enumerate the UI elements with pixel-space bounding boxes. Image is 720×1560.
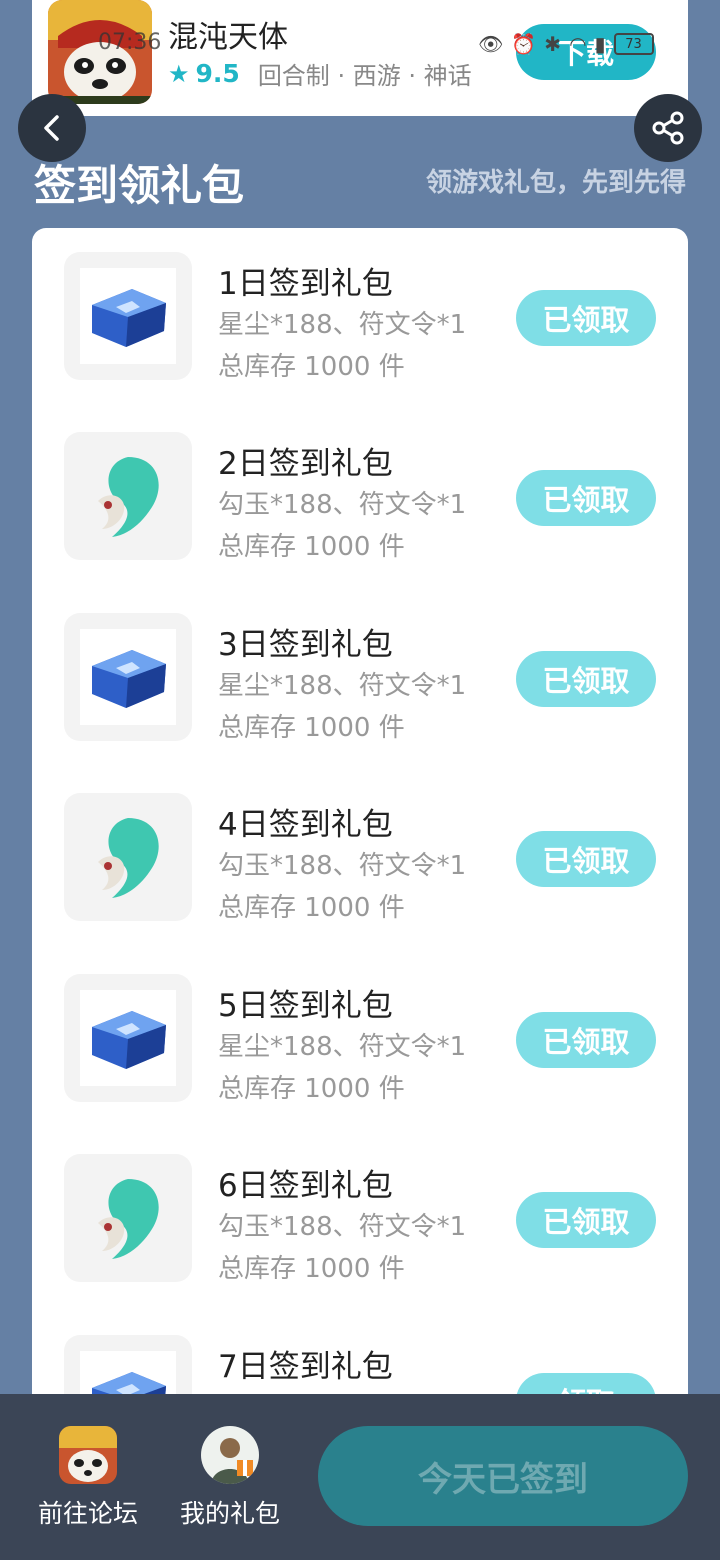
game-name: 混沌天体 — [168, 20, 288, 55]
battery-icon: 73 — [613, 33, 654, 55]
gift-row[interactable]: 1日签到礼包 星尘*188、符文令*1 总库存 1000 件 已领取 — [32, 228, 688, 382]
gift-stock: 总库存 1000 件 — [218, 893, 405, 923]
my-gifts-label: 我的礼包 — [179, 1499, 280, 1528]
gift-stock: 总库存 1000 件 — [218, 713, 405, 743]
chevron-left-icon — [44, 115, 59, 141]
signin-button[interactable]: 今天已签到 — [318, 1426, 688, 1526]
gift-items: 星尘*188、符文令*1 — [218, 671, 467, 701]
star-dust-chest-icon — [80, 268, 176, 364]
gift-title: 1日签到礼包 — [218, 266, 393, 302]
signal-icon: ▮ — [594, 32, 606, 56]
alarm-icon: ⏰ — [511, 32, 537, 56]
bluetooth-icon: ✱ — [544, 32, 562, 56]
gift-stock: 总库存 1000 件 — [218, 532, 405, 562]
forum-label: 前往论坛 — [37, 1499, 138, 1528]
gift-row[interactable]: 3日签到礼包 星尘*188、符文令*1 总库存 1000 件 已领取 — [32, 589, 688, 743]
gift-thumb — [64, 793, 192, 921]
jade-magatama-icon — [80, 809, 176, 905]
star-icon: ★ — [168, 59, 190, 88]
gift-title: 7日签到礼包 — [218, 1349, 393, 1385]
game-card[interactable]: 混沌天体 ★ 9.5 回合制 · 西游 · 神话 下载 — [32, 0, 688, 116]
claimed-button[interactable]: 已领取 — [516, 1192, 656, 1248]
claimed-button[interactable]: 已领取 — [516, 470, 656, 526]
forum-nav[interactable]: 前往论坛 — [28, 1426, 148, 1530]
share-icon — [652, 111, 684, 145]
wifi-icon: ◠ — [569, 32, 587, 56]
gift-title: 2日签到礼包 — [218, 446, 393, 482]
game-rating: 9.5 — [195, 59, 240, 88]
gift-title: 3日签到礼包 — [218, 627, 393, 663]
gift-thumb — [64, 613, 192, 741]
avatar — [201, 1426, 259, 1484]
status-time: 07:36 — [98, 30, 162, 55]
share-button[interactable] — [634, 94, 702, 162]
gift-title: 4日签到礼包 — [218, 807, 393, 843]
claimed-button[interactable]: 已领取 — [516, 651, 656, 707]
gift-stock: 总库存 1000 件 — [218, 352, 405, 382]
gift-row[interactable]: 6日签到礼包 勾玉*188、符文令*1 总库存 1000 件 已领取 — [32, 1130, 688, 1284]
forum-icon — [59, 1426, 117, 1484]
gift-items: 勾玉*188、符文令*1 — [218, 851, 467, 881]
star-dust-chest-icon — [80, 990, 176, 1086]
gift-stock: 总库存 1000 件 — [218, 1254, 405, 1284]
jade-magatama-icon — [80, 448, 176, 544]
gift-items: 星尘*188、符文令*1 — [218, 1032, 467, 1062]
game-tags: 回合制 · 西游 · 神话 — [257, 62, 472, 90]
gift-list[interactable]: 1日签到礼包 星尘*188、符文令*1 总库存 1000 件 已领取 2日签到礼… — [32, 228, 688, 1408]
gift-row[interactable]: 4日签到礼包 勾玉*188、符文令*1 总库存 1000 件 已领取 — [32, 769, 688, 923]
claimed-button[interactable]: 已领取 — [516, 290, 656, 346]
gift-items: 勾玉*188、符文令*1 — [218, 490, 467, 520]
gift-items: 勾玉*188、符文令*1 — [218, 1212, 467, 1242]
jade-magatama-icon — [80, 1170, 176, 1266]
gift-thumb — [64, 252, 192, 380]
eye-icon: 👁 — [478, 32, 504, 56]
gift-thumb — [64, 432, 192, 560]
gift-thumb — [64, 974, 192, 1102]
my-gifts-nav[interactable]: 我的礼包 — [170, 1426, 290, 1530]
gift-title: 5日签到礼包 — [218, 988, 393, 1024]
gift-items: 星尘*188、符文令*1 — [218, 310, 467, 340]
bottom-bar: 前往论坛 我的礼包 今天已签到 — [0, 1394, 720, 1560]
status-icons: 👁 ⏰ ✱ ◠ ▮ 73 — [478, 32, 654, 56]
game-meta: ★ 9.5 回合制 · 西游 · 神话 — [168, 56, 472, 91]
gift-thumb — [64, 1154, 192, 1282]
star-dust-chest-icon — [80, 629, 176, 725]
section-subtitle: 领游戏礼包，先到先得 — [425, 168, 686, 198]
gift-row[interactable]: 5日签到礼包 星尘*188、符文令*1 总库存 1000 件 已领取 — [32, 950, 688, 1104]
claimed-button[interactable]: 已领取 — [516, 1012, 656, 1068]
gift-stock: 总库存 1000 件 — [218, 1074, 405, 1104]
section-title: 签到领礼包 — [34, 161, 245, 210]
claimed-button[interactable]: 已领取 — [516, 831, 656, 887]
gift-title: 6日签到礼包 — [218, 1168, 393, 1204]
gift-row[interactable]: 2日签到礼包 勾玉*188、符文令*1 总库存 1000 件 已领取 — [32, 408, 688, 562]
